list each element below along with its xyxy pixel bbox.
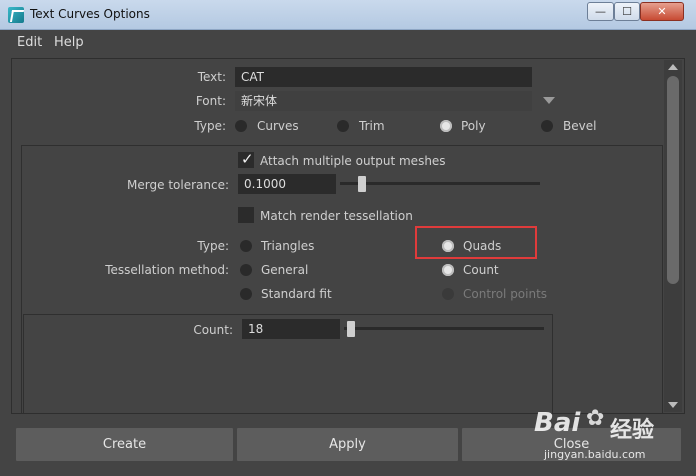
vertical-scrollbar[interactable] xyxy=(664,60,682,412)
create-button[interactable]: Create xyxy=(16,428,233,461)
type-trim-radio[interactable] xyxy=(337,120,349,132)
font-label: Font: xyxy=(195,94,226,108)
merge-tolerance-slider-track[interactable] xyxy=(340,182,540,185)
type-bevel-radio[interactable] xyxy=(541,120,553,132)
count-input[interactable]: 18 xyxy=(242,319,340,339)
tess-general-radio[interactable] xyxy=(240,264,252,276)
tess-control-points-radio xyxy=(442,288,454,300)
type-trim-label: Trim xyxy=(359,119,385,133)
count-slider-handle[interactable] xyxy=(347,321,355,337)
menu-edit[interactable]: Edit xyxy=(17,35,42,50)
watermark-brand: Bai xyxy=(534,408,581,438)
merge-tolerance-label: Merge tolerance: xyxy=(127,178,229,192)
menu-help[interactable]: Help xyxy=(54,35,84,50)
type-curves-radio[interactable] xyxy=(235,120,247,132)
watermark-brand2: 经验 xyxy=(610,418,655,443)
menu-bar: Edit Help xyxy=(0,31,696,55)
poly-type-triangles-radio[interactable] xyxy=(240,240,252,252)
tess-count-radio[interactable] xyxy=(442,264,454,276)
tess-standard-fit-radio[interactable] xyxy=(240,288,252,300)
poly-type-label: Type: xyxy=(197,239,229,253)
merge-tolerance-input[interactable]: 0.1000 xyxy=(238,174,336,194)
text-input[interactable]: CAT xyxy=(235,67,532,87)
tess-general-label: General xyxy=(261,263,309,277)
font-dropdown-arrow-icon[interactable] xyxy=(543,97,555,104)
count-slider-track[interactable] xyxy=(344,327,544,330)
type-poly-radio[interactable] xyxy=(440,120,452,132)
type-label: Type: xyxy=(194,119,226,133)
merge-tolerance-slider-handle[interactable] xyxy=(358,176,366,192)
scroll-thumb[interactable] xyxy=(667,76,679,284)
count-label: Count: xyxy=(193,323,233,337)
title-bar: Text Curves Options — ☐ ✕ xyxy=(0,0,696,30)
tessellation-method-label: Tessellation method: xyxy=(105,263,229,277)
tess-control-points-label: Control points xyxy=(463,287,548,301)
text-label: Text: xyxy=(197,70,226,84)
type-poly-label: Poly xyxy=(461,119,486,133)
close-window-button[interactable]: ✕ xyxy=(640,2,684,21)
tess-count-label: Count xyxy=(463,263,499,277)
attach-checkbox[interactable]: ✓ xyxy=(238,150,254,168)
baidu-watermark: Bai ✿ 经验 jingyan.baidu.com xyxy=(534,400,684,472)
attach-label: Attach multiple output meshes xyxy=(260,154,446,168)
window-title: Text Curves Options xyxy=(30,7,150,21)
match-render-label: Match render tessellation xyxy=(260,209,413,223)
apply-button[interactable]: Apply xyxy=(237,428,458,461)
scroll-up-icon[interactable] xyxy=(668,64,678,70)
font-select[interactable]: 新宋体 xyxy=(235,91,532,111)
minimize-button[interactable]: — xyxy=(587,2,614,21)
poly-type-triangles-label: Triangles xyxy=(261,239,315,253)
paw-icon: ✿ xyxy=(586,406,605,431)
type-curves-label: Curves xyxy=(257,119,299,133)
maya-app-icon xyxy=(8,7,24,23)
maximize-button[interactable]: ☐ xyxy=(614,2,640,21)
watermark-url: jingyan.baidu.com xyxy=(544,448,646,461)
checkmark-icon: ✓ xyxy=(241,150,254,168)
type-bevel-label: Bevel xyxy=(563,119,597,133)
quads-highlight-box xyxy=(415,226,537,259)
options-panel: Text: CAT Font: 新宋体 Type: Curves Trim Po… xyxy=(11,58,685,414)
match-render-checkbox[interactable] xyxy=(238,207,254,223)
tess-standard-fit-label: Standard fit xyxy=(261,287,332,301)
